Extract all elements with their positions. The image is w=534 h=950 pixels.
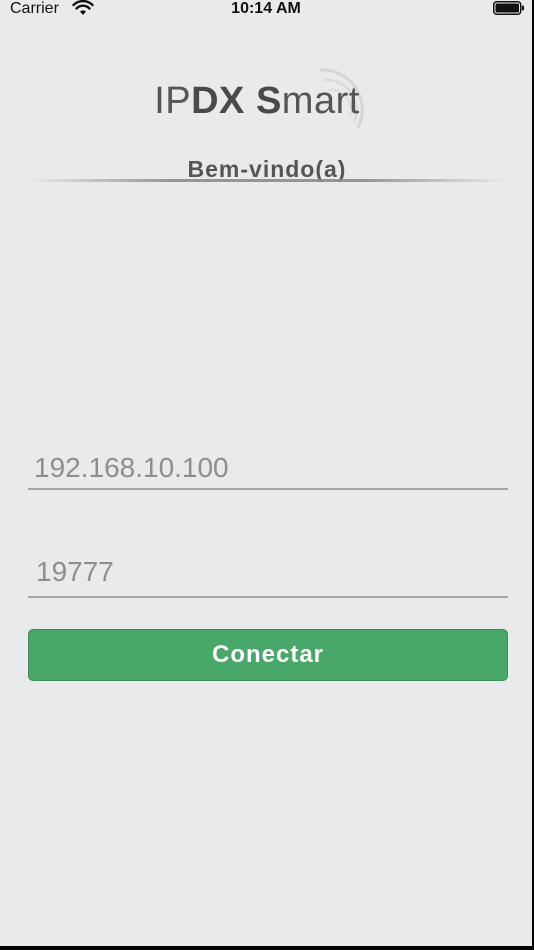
logo-prefix: IP bbox=[154, 80, 192, 122]
port-field-container bbox=[28, 552, 516, 598]
ip-field-container bbox=[28, 452, 514, 490]
logo-suffix: mart bbox=[281, 80, 360, 122]
status-bar: Carrier 10:14 AM bbox=[0, 0, 532, 18]
app-screen: Carrier 10:14 AM IPDX Smart Bem-vindo(a)… bbox=[0, 0, 532, 946]
logo-bold: DX S bbox=[191, 80, 282, 122]
app-logo: IPDX Smart bbox=[0, 80, 514, 123]
welcome-divider bbox=[28, 179, 506, 182]
ip-address-input[interactable] bbox=[28, 452, 514, 484]
battery-icon bbox=[493, 1, 524, 15]
port-input[interactable] bbox=[28, 552, 516, 588]
connect-button[interactable]: Conectar bbox=[28, 629, 508, 681]
clock: 10:14 AM bbox=[231, 0, 301, 17]
